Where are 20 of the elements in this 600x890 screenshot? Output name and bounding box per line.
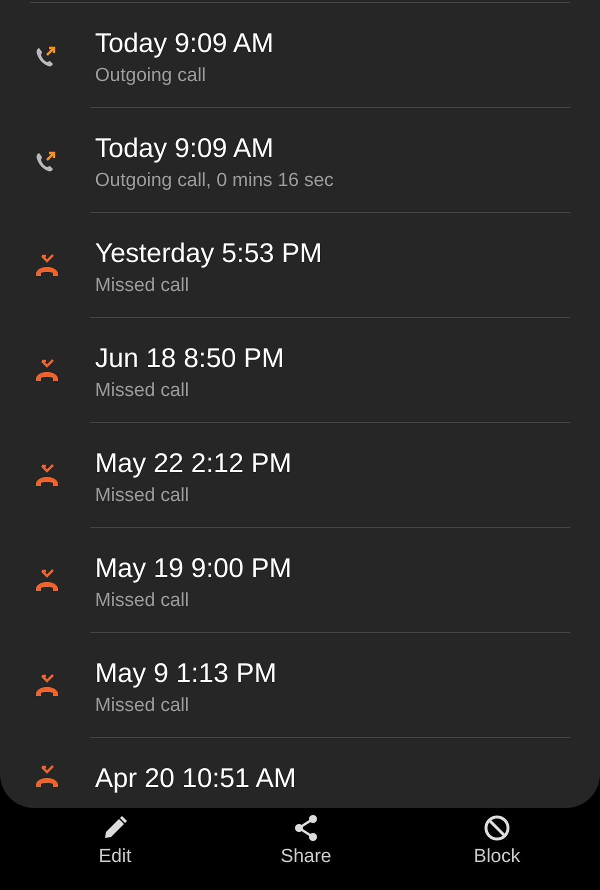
call-time: May 9 1:13 PM — [95, 657, 278, 690]
edit-button[interactable]: Edit — [60, 808, 170, 890]
call-detail: Missed call — [95, 379, 190, 403]
call-time: Apr 20 10:51 AM — [95, 762, 298, 795]
call-detail: Missed call — [95, 694, 190, 718]
share-icon — [292, 814, 320, 842]
share-button[interactable]: Share — [251, 808, 361, 890]
call-time: Today 9:09 AM — [95, 132, 275, 165]
call-detail: Outgoing call, 0 mins 16 sec — [95, 169, 335, 193]
call-time: May 22 2:12 PM — [95, 447, 293, 480]
call-time: Yesterday 5:53 PM — [95, 237, 324, 270]
call-time: May 19 9:00 PM — [95, 552, 293, 585]
call-detail: Missed call — [95, 484, 190, 508]
block-button[interactable]: Block — [442, 808, 552, 890]
call-time: Today 9:09 AM — [95, 27, 275, 60]
call-detail: Outgoing call — [95, 64, 207, 88]
block-icon — [483, 814, 511, 842]
call-time: Jun 18 8:50 PM — [95, 342, 286, 375]
call-detail: Missed call — [95, 274, 190, 298]
call-detail: Missed call — [95, 589, 190, 613]
